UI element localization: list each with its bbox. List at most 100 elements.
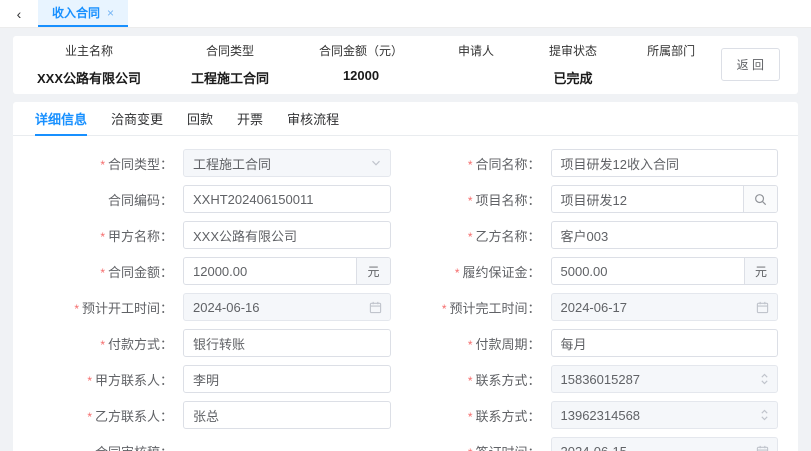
calendar-icon	[756, 445, 777, 451]
field-value: 银行转账	[184, 334, 390, 353]
planned-finish-date-input[interactable]: 2024-06-17	[551, 293, 779, 321]
required-mark: *	[100, 266, 105, 280]
party-b-name-input[interactable]: 客户003	[551, 221, 779, 249]
field-value: 每月	[552, 334, 778, 353]
close-icon[interactable]: ×	[107, 6, 114, 20]
field-value: 2024-06-15	[552, 444, 757, 451]
performance-bond-input[interactable]: 5000.00元	[551, 257, 779, 285]
field-label: *联系方式：	[421, 370, 551, 389]
field-label-text: 项目名称：	[475, 193, 540, 208]
required-mark: *	[87, 374, 92, 388]
chevron-down-icon	[370, 157, 390, 169]
required-mark: *	[468, 158, 473, 172]
detail-tab-bar: 详细信息洽商变更回款开票审核流程	[13, 102, 798, 136]
party-b-phone-input[interactable]: 13962314568	[551, 401, 779, 429]
required-mark: *	[468, 410, 473, 424]
field-label-text: 付款周期：	[475, 337, 540, 352]
field-label: *甲方联系人：	[33, 370, 183, 389]
form-item-contract-amount: *合同金额：12000.00元	[33, 257, 391, 285]
field-label: *乙方联系人：	[33, 406, 183, 425]
tab-label: 收入合同	[52, 4, 100, 21]
summary-field-label: 合同类型	[191, 42, 269, 59]
field-label-text: 甲方名称：	[108, 229, 173, 244]
form-item-contract-code: 合同编码：XXHT202406150011	[33, 185, 391, 213]
field-label: *合同名称：	[421, 154, 551, 173]
field-value: 项目研发12	[552, 190, 744, 209]
field-label: *预计完工时间：	[421, 298, 551, 317]
payment-cycle-input[interactable]: 每月	[551, 329, 779, 357]
back-button[interactable]: 返 回	[721, 48, 780, 81]
detail-tab-详细信息[interactable]: 详细信息	[35, 102, 87, 136]
party-a-contact-input[interactable]: 李明	[183, 365, 391, 393]
field-label: *项目名称：	[421, 190, 551, 209]
summary-fields: 业主名称XXX公路有限公司合同类型工程施工合同合同金额（元）12000申请人提审…	[31, 42, 695, 87]
detail-tab-开票[interactable]: 开票	[237, 102, 263, 136]
search-icon[interactable]	[743, 186, 777, 212]
form-item-contract-review-draft: 合同审核稿：	[33, 437, 391, 451]
form-item-party-a-contact: *甲方联系人：李明	[33, 365, 391, 393]
summary-field-label: 提审状态	[549, 42, 597, 59]
summary-field: 提审状态已完成	[549, 42, 597, 87]
detail-tab-洽商变更[interactable]: 洽商变更	[111, 102, 163, 136]
form-item-payment-method: *付款方式：银行转账	[33, 329, 391, 357]
field-value: 客户003	[552, 226, 778, 245]
contract-code-input[interactable]: XXHT202406150011	[183, 185, 391, 213]
form-item-party-a-name: *甲方名称： XXX公路有限公司	[33, 221, 391, 249]
contract-type-select[interactable]: 工程施工合同	[183, 149, 391, 177]
field-label-text: 预计完工时间：	[449, 301, 540, 316]
tab-income-contract[interactable]: 收入合同 ×	[38, 0, 128, 27]
project-name-input[interactable]: 项目研发12	[551, 185, 779, 213]
contract-name-input[interactable]: 项目研发12收入合同	[551, 149, 779, 177]
field-label-text: 甲方联系人：	[95, 373, 173, 388]
field-label-text: 签订时间：	[475, 445, 540, 451]
field-value: 5000.00	[552, 264, 744, 279]
summary-field: 所属部门	[647, 42, 695, 87]
required-mark: *	[100, 158, 105, 172]
field-label: *联系方式：	[421, 406, 551, 425]
field-label-text: 履约保证金：	[462, 265, 540, 280]
field-label-text: 联系方式：	[475, 373, 540, 388]
form-item-signing-date: *签订时间：2024-06-15	[421, 437, 779, 451]
party-a-name-input[interactable]: XXX公路有限公司	[183, 221, 391, 249]
field-label: *付款方式：	[33, 334, 183, 353]
field-value: 2024-06-16	[184, 300, 369, 315]
field-label: *预计开工时间：	[33, 298, 183, 317]
required-mark: *	[468, 230, 473, 244]
stepper-icon[interactable]	[760, 407, 777, 423]
field-value: 张总	[184, 406, 390, 425]
contract-amount-input[interactable]: 12000.00元	[183, 257, 391, 285]
planned-start-date-input[interactable]: 2024-06-16	[183, 293, 391, 321]
unit-append: 元	[744, 258, 777, 284]
detail-tab-审核流程[interactable]: 审核流程	[287, 102, 339, 136]
summary-field: 申请人	[453, 42, 499, 87]
required-mark: *	[468, 374, 473, 388]
payment-method-input[interactable]: 银行转账	[183, 329, 391, 357]
form-item-party-b-name: *乙方名称：客户003	[421, 221, 779, 249]
contract-form: *合同类型：工程施工合同*合同名称：项目研发12收入合同合同编码：XXHT202…	[13, 136, 798, 451]
required-mark: *	[100, 338, 105, 352]
required-mark: *	[100, 230, 105, 244]
field-label-text: 合同名称：	[475, 157, 540, 172]
signing-date-input[interactable]: 2024-06-15	[551, 437, 779, 451]
summary-field-value	[647, 68, 695, 82]
required-mark: *	[455, 266, 460, 280]
party-b-contact-input[interactable]: 张总	[183, 401, 391, 429]
summary-field-value: 已完成	[549, 68, 597, 87]
detail-tab-回款[interactable]: 回款	[187, 102, 213, 136]
field-label-text: 乙方联系人：	[95, 409, 173, 424]
stepper-icon[interactable]	[760, 371, 777, 387]
contract-summary-card: 业主名称XXX公路有限公司合同类型工程施工合同合同金额（元）12000申请人提审…	[13, 36, 798, 94]
summary-field-value	[453, 68, 499, 82]
summary-field: 合同类型工程施工合同	[191, 42, 269, 87]
required-mark: *	[87, 410, 92, 424]
party-a-phone-input[interactable]: 15836015287	[551, 365, 779, 393]
collapse-tabs-icon[interactable]: ‹	[0, 0, 38, 27]
field-value: 工程施工合同	[184, 154, 370, 173]
form-item-planned-finish-date: *预计完工时间：2024-06-17	[421, 293, 779, 321]
field-label-text: 合同类型：	[108, 157, 173, 172]
field-value: 项目研发12收入合同	[552, 154, 778, 173]
required-mark: *	[74, 302, 79, 316]
summary-field: 业主名称XXX公路有限公司	[37, 42, 141, 87]
field-label: *签订时间：	[421, 442, 551, 451]
field-label-text: 联系方式：	[475, 409, 540, 424]
